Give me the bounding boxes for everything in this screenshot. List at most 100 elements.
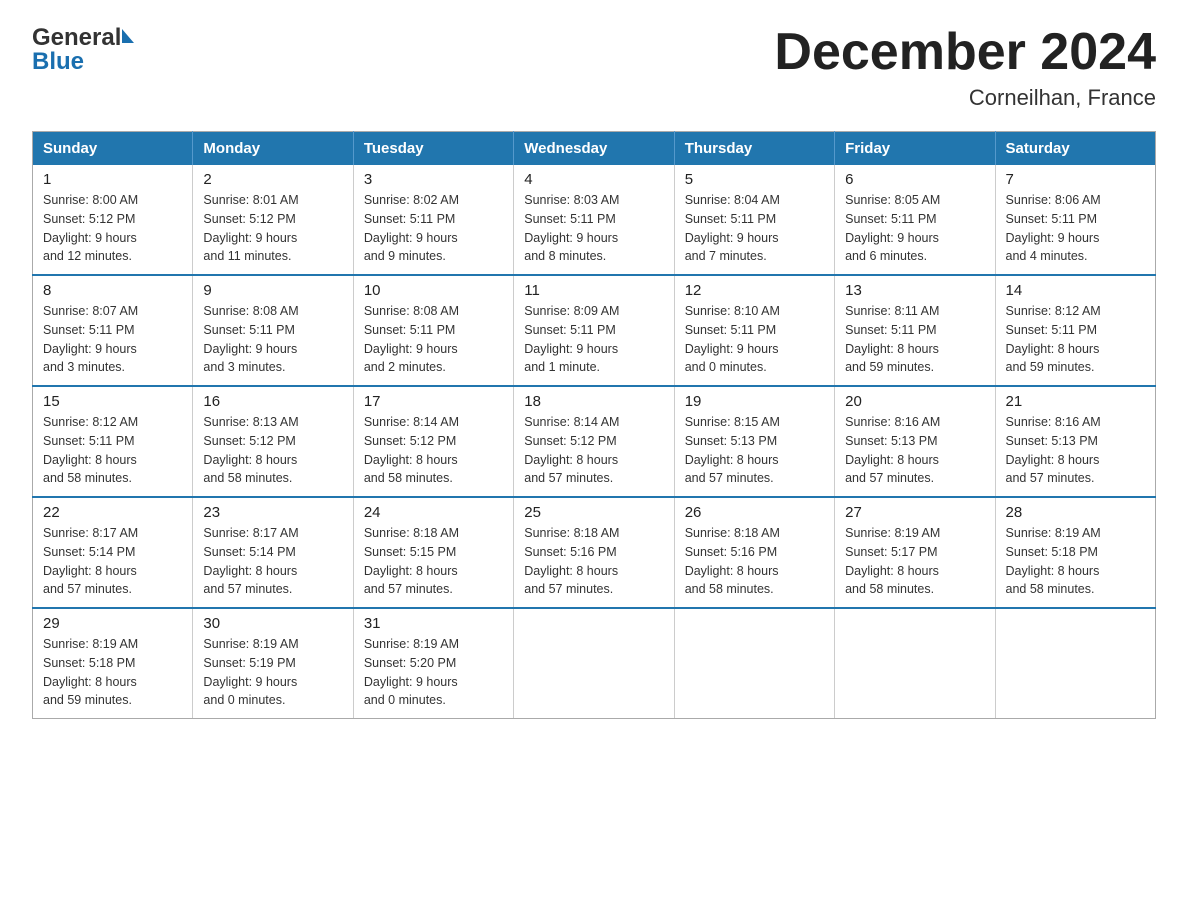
calendar-cell: 21 Sunrise: 8:16 AMSunset: 5:13 PMDayligh… <box>995 386 1155 497</box>
day-info: Sunrise: 8:13 AMSunset: 5:12 PMDaylight:… <box>203 413 342 488</box>
calendar-cell <box>514 608 674 719</box>
calendar-cell: 13 Sunrise: 8:11 AMSunset: 5:11 PMDayligh… <box>835 275 995 386</box>
calendar-cell: 11 Sunrise: 8:09 AMSunset: 5:11 PMDayligh… <box>514 275 674 386</box>
calendar-week-row: 29 Sunrise: 8:19 AMSunset: 5:18 PMDayligh… <box>33 608 1156 719</box>
calendar-table: SundayMondayTuesdayWednesdayThursdayFrid… <box>32 131 1156 719</box>
logo-text-blue: Blue <box>32 48 134 76</box>
calendar-cell <box>835 608 995 719</box>
day-header-thursday: Thursday <box>674 132 834 166</box>
day-number: 21 <box>1006 393 1145 410</box>
calendar-cell: 1 Sunrise: 8:00 AMSunset: 5:12 PMDaylight… <box>33 165 193 275</box>
calendar-cell: 20Sunrise: 8:16 AMSunset: 5:13 PMDayligh… <box>835 386 995 497</box>
calendar-cell: 25Sunrise: 8:18 AMSunset: 5:16 PMDayligh… <box>514 497 674 608</box>
day-info: Sunrise: 8:11 AMSunset: 5:11 PMDaylight:… <box>845 302 984 377</box>
day-info: Sunrise: 8:17 AMSunset: 5:14 PMDaylight:… <box>43 524 182 599</box>
day-info: Sunrise: 8:19 AMSunset: 5:20 PMDaylight:… <box>364 635 503 710</box>
day-number: 10 <box>364 282 503 299</box>
day-number: 22 <box>43 504 182 521</box>
calendar-cell: 4 Sunrise: 8:03 AMSunset: 5:11 PMDaylight… <box>514 165 674 275</box>
day-info: Sunrise: 8:07 AMSunset: 5:11 PMDaylight:… <box>43 302 182 377</box>
day-info: Sunrise: 8:09 AMSunset: 5:11 PMDaylight:… <box>524 302 663 377</box>
calendar-cell: 10 Sunrise: 8:08 AMSunset: 5:11 PMDayligh… <box>353 275 513 386</box>
day-number: 2 <box>203 171 342 188</box>
day-number: 3 <box>364 171 503 188</box>
calendar-cell: 2 Sunrise: 8:01 AMSunset: 5:12 PMDaylight… <box>193 165 353 275</box>
day-header-monday: Monday <box>193 132 353 166</box>
day-number: 14 <box>1006 282 1145 299</box>
day-info: Sunrise: 8:18 AMSunset: 5:15 PMDaylight:… <box>364 524 503 599</box>
day-number: 18 <box>524 393 663 410</box>
calendar-cell: 15 Sunrise: 8:12 AMSunset: 5:11 PMDayligh… <box>33 386 193 497</box>
calendar-cell: 18 Sunrise: 8:14 AMSunset: 5:12 PMDayligh… <box>514 386 674 497</box>
calendar-subtitle: Corneilhan, France <box>774 85 1156 111</box>
day-info: Sunrise: 8:01 AMSunset: 5:12 PMDaylight:… <box>203 191 342 266</box>
day-number: 13 <box>845 282 984 299</box>
day-info: Sunrise: 8:08 AMSunset: 5:11 PMDaylight:… <box>364 302 503 377</box>
day-info: Sunrise: 8:12 AMSunset: 5:11 PMDaylight:… <box>1006 302 1145 377</box>
day-number: 8 <box>43 282 182 299</box>
calendar-week-row: 1 Sunrise: 8:00 AMSunset: 5:12 PMDaylight… <box>33 165 1156 275</box>
day-number: 27 <box>845 504 984 521</box>
calendar-cell: 16 Sunrise: 8:13 AMSunset: 5:12 PMDayligh… <box>193 386 353 497</box>
calendar-cell: 8 Sunrise: 8:07 AMSunset: 5:11 PMDaylight… <box>33 275 193 386</box>
day-info: Sunrise: 8:16 AMSunset: 5:13 PMDaylight:… <box>1006 413 1145 488</box>
logo: General Blue <box>32 24 134 76</box>
day-number: 23 <box>203 504 342 521</box>
page-header: General Blue December 2024 Corneilhan, F… <box>32 24 1156 111</box>
day-number: 11 <box>524 282 663 299</box>
calendar-cell: 3 Sunrise: 8:02 AMSunset: 5:11 PMDaylight… <box>353 165 513 275</box>
day-info: Sunrise: 8:06 AMSunset: 5:11 PMDaylight:… <box>1006 191 1145 266</box>
day-info: Sunrise: 8:10 AMSunset: 5:11 PMDaylight:… <box>685 302 824 377</box>
day-number: 6 <box>845 171 984 188</box>
calendar-cell: 28 Sunrise: 8:19 AMSunset: 5:18 PMDayligh… <box>995 497 1155 608</box>
day-info: Sunrise: 8:18 AMSunset: 5:16 PMDaylight:… <box>685 524 824 599</box>
day-number: 30 <box>203 615 342 632</box>
day-number: 12 <box>685 282 824 299</box>
day-info: Sunrise: 8:12 AMSunset: 5:11 PMDaylight:… <box>43 413 182 488</box>
calendar-cell: 23 Sunrise: 8:17 AMSunset: 5:14 PMDayligh… <box>193 497 353 608</box>
day-info: Sunrise: 8:00 AMSunset: 5:12 PMDaylight:… <box>43 191 182 266</box>
calendar-cell: 19 Sunrise: 8:15 AMSunset: 5:13 PMDayligh… <box>674 386 834 497</box>
day-info: Sunrise: 8:03 AMSunset: 5:11 PMDaylight:… <box>524 191 663 266</box>
day-number: 31 <box>364 615 503 632</box>
calendar-cell: 7 Sunrise: 8:06 AMSunset: 5:11 PMDaylight… <box>995 165 1155 275</box>
day-info: Sunrise: 8:14 AMSunset: 5:12 PMDaylight:… <box>524 413 663 488</box>
day-number: 28 <box>1006 504 1145 521</box>
day-number: 26 <box>685 504 824 521</box>
day-number: 15 <box>43 393 182 410</box>
day-info: Sunrise: 8:02 AMSunset: 5:11 PMDaylight:… <box>364 191 503 266</box>
day-info: Sunrise: 8:16 AMSunset: 5:13 PMDaylight:… <box>845 413 984 488</box>
day-number: 17 <box>364 393 503 410</box>
day-info: Sunrise: 8:19 AMSunset: 5:18 PMDaylight:… <box>1006 524 1145 599</box>
day-number: 29 <box>43 615 182 632</box>
day-number: 1 <box>43 171 182 188</box>
day-number: 19 <box>685 393 824 410</box>
day-info: Sunrise: 8:19 AMSunset: 5:17 PMDaylight:… <box>845 524 984 599</box>
logo-arrow-icon <box>122 29 134 43</box>
calendar-cell: 24 Sunrise: 8:18 AMSunset: 5:15 PMDayligh… <box>353 497 513 608</box>
day-info: Sunrise: 8:18 AMSunset: 5:16 PMDaylight:… <box>524 524 663 599</box>
day-info: Sunrise: 8:15 AMSunset: 5:13 PMDaylight:… <box>685 413 824 488</box>
day-info: Sunrise: 8:19 AMSunset: 5:18 PMDaylight:… <box>43 635 182 710</box>
day-info: Sunrise: 8:17 AMSunset: 5:14 PMDaylight:… <box>203 524 342 599</box>
day-number: 16 <box>203 393 342 410</box>
calendar-week-row: 22 Sunrise: 8:17 AMSunset: 5:14 PMDayligh… <box>33 497 1156 608</box>
day-info: Sunrise: 8:04 AMSunset: 5:11 PMDaylight:… <box>685 191 824 266</box>
day-number: 24 <box>364 504 503 521</box>
day-header-sunday: Sunday <box>33 132 193 166</box>
day-number: 7 <box>1006 171 1145 188</box>
day-header-tuesday: Tuesday <box>353 132 513 166</box>
day-info: Sunrise: 8:08 AMSunset: 5:11 PMDaylight:… <box>203 302 342 377</box>
calendar-cell: 9 Sunrise: 8:08 AMSunset: 5:11 PMDaylight… <box>193 275 353 386</box>
day-number: 4 <box>524 171 663 188</box>
day-info: Sunrise: 8:14 AMSunset: 5:12 PMDaylight:… <box>364 413 503 488</box>
day-number: 9 <box>203 282 342 299</box>
calendar-cell: 5Sunrise: 8:04 AMSunset: 5:11 PMDaylight… <box>674 165 834 275</box>
calendar-cell: 14 Sunrise: 8:12 AMSunset: 5:11 PMDayligh… <box>995 275 1155 386</box>
day-header-wednesday: Wednesday <box>514 132 674 166</box>
calendar-header-row: SundayMondayTuesdayWednesdayThursdayFrid… <box>33 132 1156 166</box>
title-block: December 2024 Corneilhan, France <box>774 24 1156 111</box>
calendar-cell <box>995 608 1155 719</box>
calendar-cell: 17 Sunrise: 8:14 AMSunset: 5:12 PMDayligh… <box>353 386 513 497</box>
calendar-cell: 26 Sunrise: 8:18 AMSunset: 5:16 PMDayligh… <box>674 497 834 608</box>
